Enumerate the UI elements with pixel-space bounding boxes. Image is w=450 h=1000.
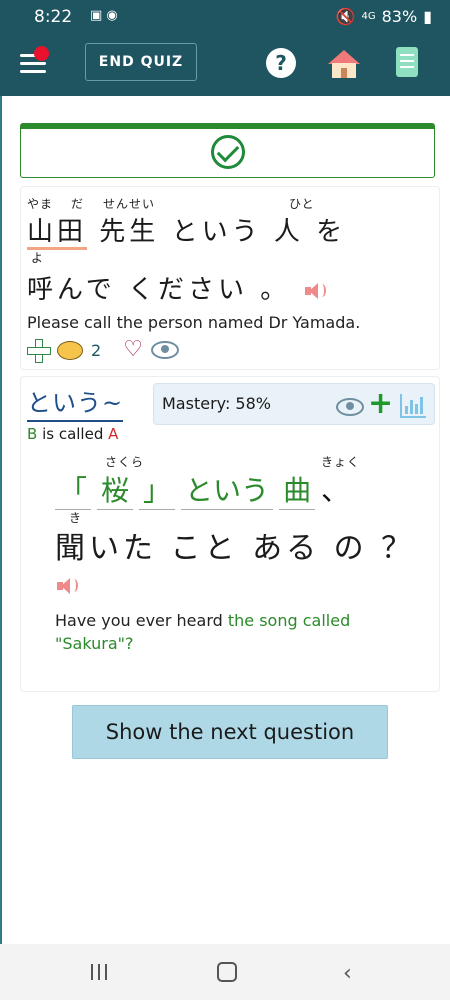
english-translation: Please call the person named Dr Yamada. — [27, 313, 361, 332]
mute-icon: 🔇 — [335, 7, 356, 26]
blank-token: 」 — [139, 469, 176, 510]
pattern-a: A — [108, 425, 119, 443]
comment-count: 2 — [91, 340, 102, 360]
status-right: 🔇 4G 83% ▮ — [336, 7, 432, 26]
sentence-line-1: 山田 先生 という 人 を — [27, 211, 346, 250]
word[interactable]: ください — [128, 275, 248, 305]
furigana: よ — [31, 251, 45, 265]
left-edge-line — [0, 96, 2, 944]
help-icon[interactable]: ? — [266, 48, 296, 78]
end-quiz-button[interactable]: END QUIZ — [85, 43, 197, 81]
chart-icon[interactable] — [400, 394, 426, 418]
furigana: せんせい — [103, 197, 156, 211]
check-circle-icon — [211, 135, 245, 169]
blank-token[interactable]: 桜 — [97, 469, 134, 510]
speaker-icon[interactable] — [55, 577, 78, 595]
battery-icon: ▮ — [423, 7, 432, 26]
recent-apps-icon[interactable] — [91, 964, 109, 980]
furigana: さくら — [105, 455, 145, 469]
back-icon[interactable]: ‹ — [343, 961, 352, 986]
grammar-pattern: B is called A — [27, 425, 118, 443]
grammar-title[interactable]: という~ — [27, 383, 124, 422]
mastery-panel: Mastery: 58% + — [153, 383, 435, 425]
english-plain: Have you ever heard — [55, 611, 228, 630]
notification-icons: ▣ ◉ — [90, 8, 118, 23]
word: 。 — [260, 275, 291, 305]
word[interactable]: 人 — [274, 217, 304, 247]
card-toolbar: 2 ♡ — [27, 339, 179, 363]
example-line-2: 聞いた こと ある の ？ — [55, 531, 416, 566]
speaker-icon[interactable] — [303, 282, 326, 300]
notification-dot-icon — [34, 46, 49, 61]
word[interactable]: 呼んで — [27, 275, 116, 305]
status-bar: 8:22 ▣ ◉ 🔇 4G 83% ▮ — [0, 0, 450, 34]
grammar-card: という~ B is called A Mastery: 58% + さくら きょ… — [20, 376, 440, 692]
eye-icon[interactable] — [150, 341, 179, 359]
network-label: 4G — [361, 11, 376, 22]
next-question-button[interactable]: Show the next question — [72, 705, 388, 759]
answer-result-box — [20, 123, 435, 178]
word[interactable]: 先生 — [99, 217, 159, 247]
blank-token: 「 — [55, 469, 92, 510]
example-english: Have you ever heard the song called "Sak… — [55, 609, 395, 655]
blank-token[interactable]: という — [181, 469, 274, 510]
plus-icon[interactable] — [27, 339, 51, 363]
furigana: やま — [27, 197, 54, 211]
blank-token[interactable]: 曲 — [279, 469, 316, 510]
book-icon[interactable] — [396, 47, 418, 77]
app-bar: END QUIZ ? — [0, 34, 450, 96]
furigana: きょく — [321, 455, 361, 469]
furigana: ひと — [289, 197, 315, 211]
word[interactable]: を — [316, 217, 346, 247]
pattern-middle: is called — [37, 425, 109, 443]
comma-token: 、 — [321, 474, 350, 507]
word-highlight[interactable]: 山田 — [27, 217, 88, 250]
sentence-card: やま だ せんせい ひと 山田 先生 という 人 を よ 呼んで ください 。 … — [20, 186, 440, 370]
heart-icon[interactable]: ♡ — [123, 339, 143, 361]
battery-text: 83% — [381, 7, 418, 26]
sentence-line-2: 呼んで ください 。 — [27, 269, 326, 306]
comment-icon[interactable] — [57, 340, 83, 360]
system-nav-bar: ‹ — [0, 944, 450, 1000]
pattern-b: B — [27, 425, 38, 443]
status-time: 8:22 — [34, 7, 73, 27]
plus-icon[interactable]: + — [368, 389, 393, 419]
home-icon[interactable] — [326, 48, 362, 80]
furigana: だ — [71, 197, 85, 211]
word[interactable]: という — [172, 217, 262, 247]
home-button-icon[interactable] — [217, 962, 237, 982]
example-line-1: 「桜」という曲、 — [55, 469, 349, 510]
eye-icon[interactable] — [336, 398, 364, 416]
mastery-text: Mastery: 58% — [162, 394, 271, 413]
